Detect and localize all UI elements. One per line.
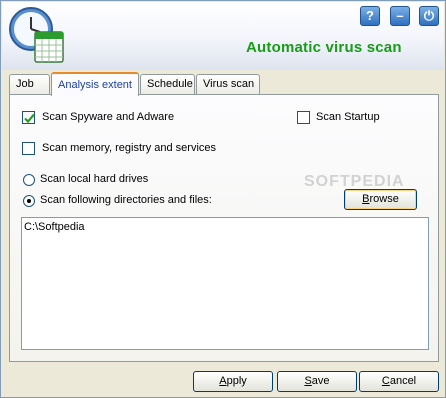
scan-startup-checkbox[interactable]	[297, 111, 310, 124]
dialog-window: Automatic virus scan ? – ⏻ Job Analysis …	[0, 0, 446, 398]
scan-startup-label: Scan Startup	[316, 111, 380, 123]
cancel-accesskey: C	[381, 375, 390, 387]
page-title: Automatic virus scan	[246, 39, 402, 56]
save-button[interactable]: Save	[277, 371, 357, 392]
tab-job[interactable]: Job	[9, 74, 50, 94]
checkmark-icon	[24, 113, 35, 124]
apply-label: pply	[226, 375, 247, 387]
cancel-label: ancel	[389, 375, 417, 387]
cancel-button[interactable]: Cancel	[359, 371, 439, 392]
scan-local-drives-label: Scan local hard drives	[40, 173, 149, 185]
browse-accesskey: B	[362, 193, 370, 205]
save-label: ave	[311, 375, 330, 387]
scan-local-drives-radio[interactable]	[23, 174, 35, 186]
save-accesskey: S	[304, 375, 312, 387]
clock-calendar-icon	[5, 4, 67, 68]
minimize-icon[interactable]: –	[390, 6, 410, 26]
list-item[interactable]: C:\Softpedia	[24, 221, 426, 233]
radio-dot	[27, 199, 31, 203]
browse-button[interactable]: Browse	[344, 189, 417, 210]
scan-spyware-checkbox[interactable]	[22, 111, 35, 124]
apply-button[interactable]: Apply	[193, 371, 273, 392]
browse-label: rowse	[369, 193, 399, 205]
header-banner: Automatic virus scan ? – ⏻	[2, 2, 444, 70]
directory-list[interactable]: C:\Softpedia	[21, 217, 429, 350]
tab-analysis-extent[interactable]: Analysis extent	[51, 72, 139, 96]
tab-schedule[interactable]: Schedule	[140, 74, 195, 94]
apply-accesskey: A	[219, 375, 227, 387]
power-icon[interactable]: ⏻	[419, 6, 439, 26]
scan-spyware-label: Scan Spyware and Adware	[42, 111, 175, 123]
tab-virus-scan[interactable]: Virus scan	[196, 74, 260, 94]
scan-directories-label: Scan following directories and files:	[40, 194, 212, 206]
scan-directories-radio[interactable]	[23, 195, 35, 207]
scan-memory-checkbox[interactable]	[22, 142, 35, 155]
help-icon[interactable]: ?	[360, 6, 380, 26]
analysis-extent-panel: SOFTPEDIA Scan Spyware and Adware Scan S…	[9, 94, 439, 362]
scan-memory-label: Scan memory, registry and services	[42, 142, 217, 154]
